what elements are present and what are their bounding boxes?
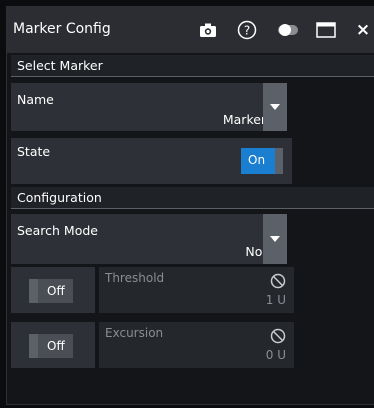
toggle-knob [29,334,38,358]
window-icon[interactable] [314,19,338,41]
excursion-value: 0 U [265,348,286,362]
excursion-toggle[interactable]: Off [29,334,73,358]
state-toggle[interactable]: On [241,148,283,174]
toggle-knob [29,279,38,303]
chevron-down-icon [270,104,280,110]
search-mode-label: Search Mode [17,223,98,238]
dialog-title: Marker Config [13,21,111,37]
state-label: State [17,144,51,159]
search-mode-dropdown[interactable]: Search Mode None [11,214,286,264]
excursion-toggle-label: Off [47,339,65,353]
section-configuration: Configuration [11,187,374,209]
toggle-knob [275,148,283,174]
threshold-value: 1 U [265,293,286,307]
threshold-toggle-label: Off [47,284,65,298]
disabled-icon [270,328,286,344]
disabled-icon [270,273,286,289]
section-title: Configuration [17,190,102,205]
section-select-marker: Select Marker [11,55,374,77]
close-icon[interactable]: × [352,19,374,41]
name-dropdown-button[interactable] [263,83,287,131]
excursion-label: Excursion [105,326,164,340]
threshold-label: Threshold [105,271,165,285]
title-bar: Marker Config ? × [7,7,374,53]
chevron-down-icon [270,236,280,242]
section-title: Select Marker [17,58,103,73]
state-toggle-label: On [248,153,266,167]
name-label: Name [17,92,54,107]
svg-text:?: ? [244,24,250,38]
excursion-field[interactable]: Excursion 0 U [99,322,294,368]
help-icon[interactable]: ? [236,19,258,41]
name-dropdown[interactable]: Name Marker 2 [11,83,286,131]
toggle-icon[interactable] [276,19,300,41]
threshold-toggle[interactable]: Off [29,279,73,303]
search-mode-dropdown-button[interactable] [263,214,287,264]
camera-icon[interactable] [197,19,219,41]
marker-config-dialog: Marker Config ? × Select Marker Name Mar… [6,6,374,405]
threshold-field[interactable]: Threshold 1 U [99,267,294,313]
